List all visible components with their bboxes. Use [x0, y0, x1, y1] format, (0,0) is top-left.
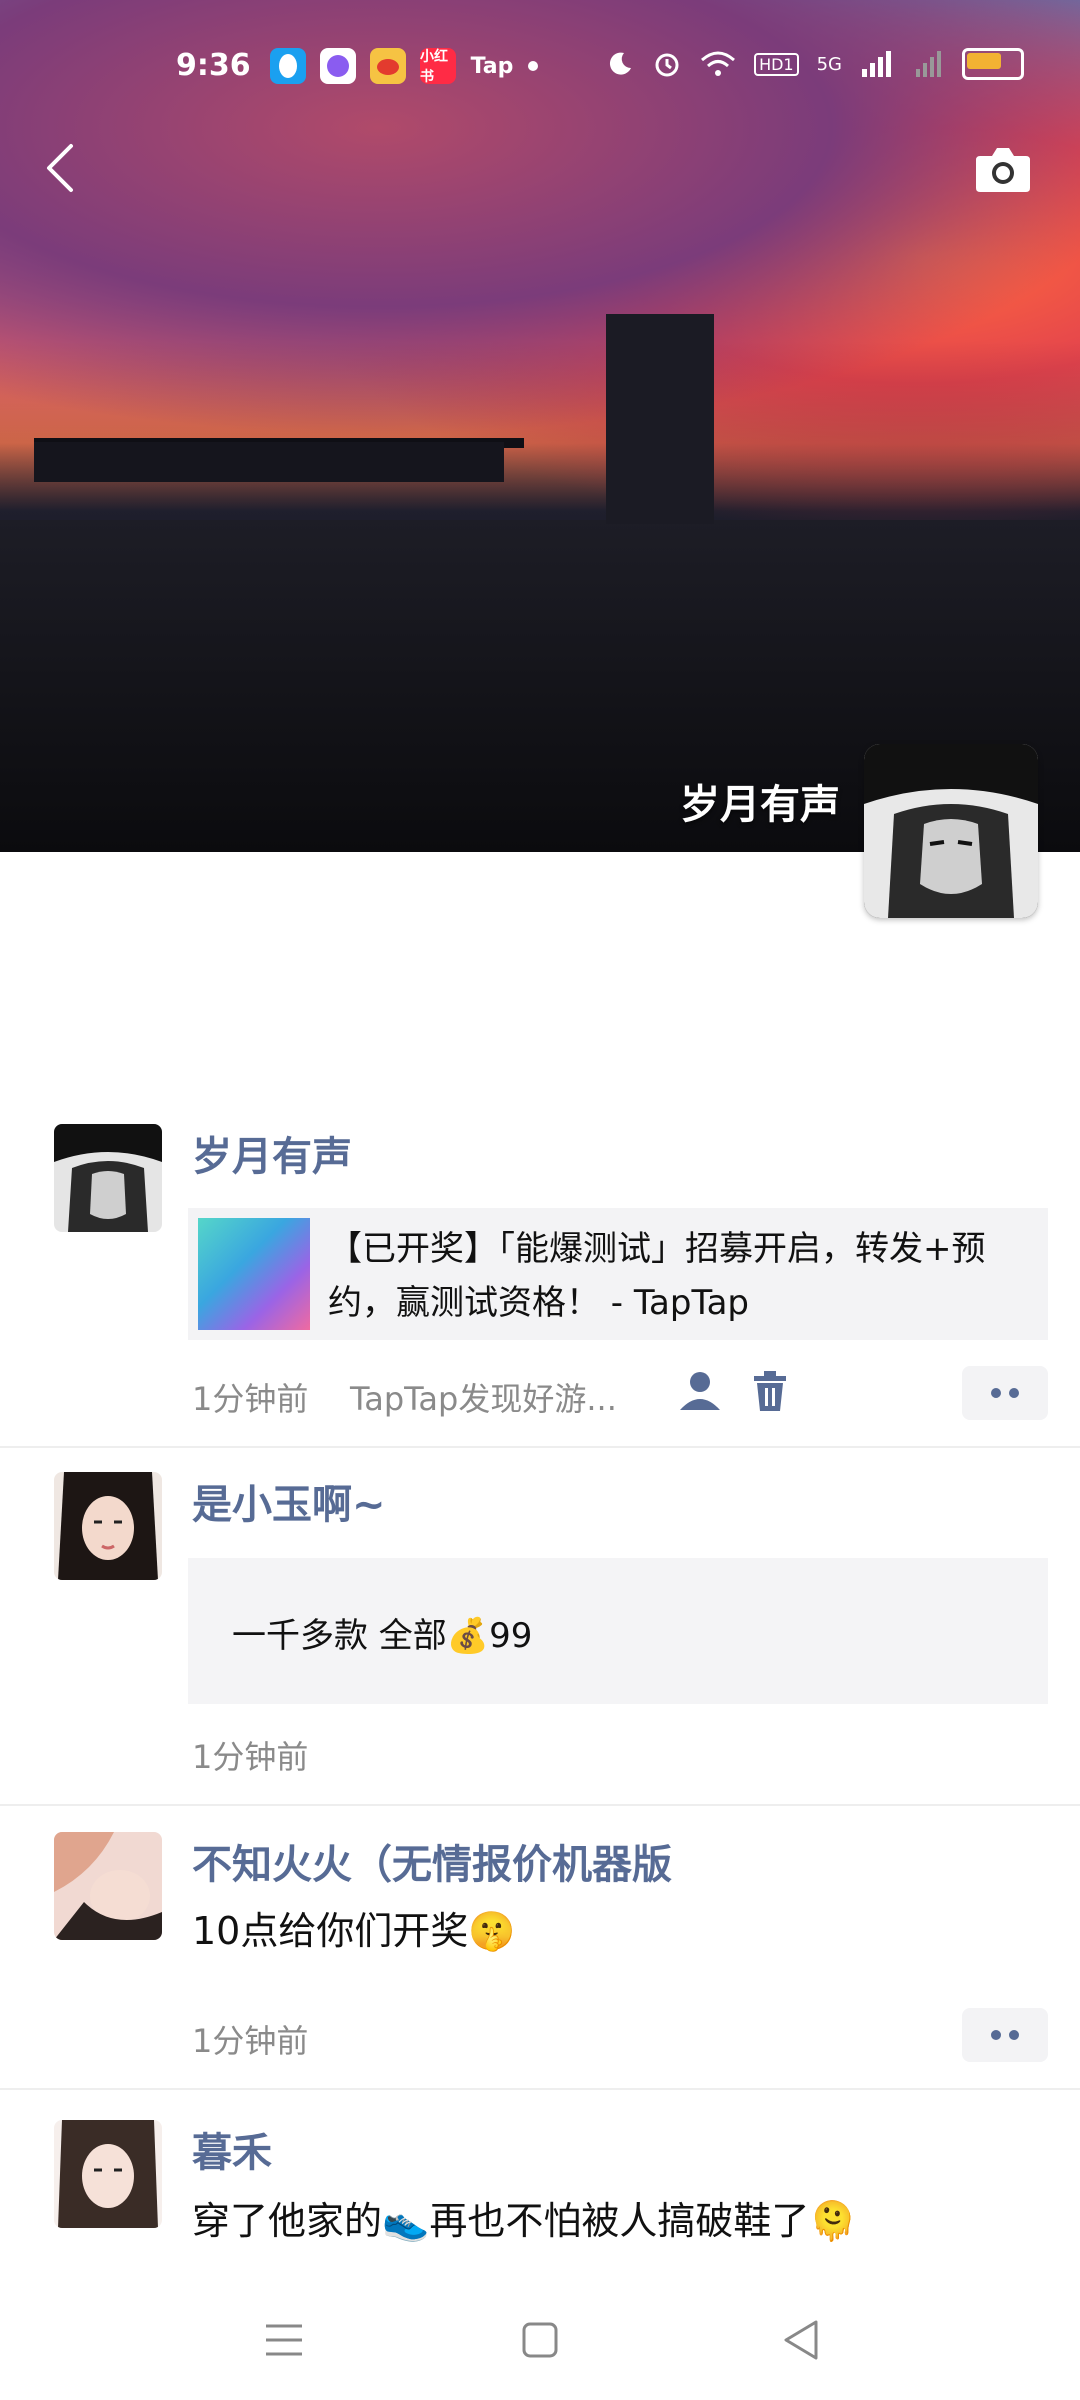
avatar-image — [54, 2120, 162, 2228]
profile-cover[interactable] — [0, 0, 1080, 852]
cover-tower — [606, 314, 714, 524]
avatar-image — [54, 1124, 162, 1232]
more-options-button[interactable] — [962, 1366, 1048, 1420]
post-source[interactable]: TapTap发现好游... — [350, 1374, 617, 1420]
status-bar: 9:36 小红书 Tap HD1 5G — [0, 40, 1080, 100]
avatar-image — [54, 1832, 162, 1940]
more-dot-icon — [1009, 2030, 1019, 2040]
more-dot-icon — [991, 2030, 1001, 2040]
delete-trash-icon[interactable] — [752, 1370, 788, 1412]
camera-icon — [976, 148, 1030, 192]
post-author-name[interactable]: 是小玉啊~ — [192, 1472, 386, 1530]
cover-stand — [34, 442, 504, 482]
chevron-left-icon — [47, 144, 73, 192]
shared-link-card[interactable]: 【已开奖】「能爆测试」招募开启，转发+预约，赢测试资格！ - TapTap — [188, 1208, 1048, 1340]
post-author-name[interactable]: 不知火火（无情报价机器版 — [192, 1832, 672, 1890]
shared-link-thumbnail — [198, 1218, 310, 1330]
more-dot-icon — [1009, 1388, 1019, 1398]
network-type: 5G — [816, 53, 842, 75]
quoted-text: 一千多款 全部💰99 — [232, 1616, 533, 1656]
alarm-icon — [655, 53, 679, 77]
battery-icon — [962, 48, 1024, 80]
feed-post: 是小玉啊~ 一千多款 全部💰99 1分钟前 — [0, 1446, 1080, 1806]
signal-icon — [862, 51, 891, 77]
post-text: 10点给你们开奖🤫 — [192, 1909, 516, 1953]
status-system-icons: HD1 5G — [606, 48, 1024, 80]
avatar[interactable] — [54, 1124, 162, 1232]
post-author-name[interactable]: 暮禾 — [192, 2120, 272, 2178]
back-button[interactable] — [30, 138, 90, 198]
feed-post: 不知火火（无情报价机器版 10点给你们开奖🤫 1分钟前 — [0, 1804, 1080, 2090]
wifi-icon — [701, 51, 736, 76]
weibo-icon — [370, 48, 406, 84]
profile-avatar-image — [864, 744, 1038, 918]
avatar[interactable] — [54, 1472, 162, 1580]
avatar[interactable] — [54, 2120, 162, 2228]
more-options-button[interactable] — [962, 2008, 1048, 2062]
post-time: 1分钟前 — [192, 1738, 309, 1776]
feed-post: 岁月有声 【已开奖】「能爆测试」招募开启，转发+预约，赢测试资格！ - TapT… — [0, 1100, 1080, 1448]
soul-icon — [320, 48, 356, 84]
post-author-name[interactable]: 岁月有声 — [192, 1124, 352, 1182]
profile-name[interactable]: 岁月有声 — [680, 772, 840, 830]
shared-link-title: 【已开奖】「能爆测试」招募开启，转发+预约，赢测试资格！ - TapTap — [328, 1229, 986, 1323]
more-dot-icon — [991, 1388, 1001, 1398]
status-app-icons: 小红书 Tap — [270, 48, 538, 85]
status-time: 9:36 — [176, 48, 251, 83]
post-time: 1分钟前 — [192, 2022, 309, 2060]
hd-badge: HD1 — [754, 52, 799, 76]
avatar[interactable] — [54, 1832, 162, 1940]
post-text: 穿了他家的👟再也不怕被人搞破鞋了🫠 — [192, 2199, 857, 2243]
avatar-image — [54, 1472, 162, 1580]
system-nav-bar — [0, 2280, 1080, 2400]
back-triangle-icon[interactable] — [772, 2310, 832, 2370]
visibility-person-icon[interactable] — [678, 1370, 722, 1412]
do-not-disturb-moon-icon — [609, 52, 632, 75]
menu-icon[interactable] — [254, 2310, 314, 2370]
taptap-icon: Tap — [470, 53, 514, 79]
profile-avatar[interactable] — [864, 744, 1038, 918]
camera-button[interactable] — [974, 144, 1032, 194]
home-square-icon[interactable] — [510, 2310, 570, 2370]
notification-dot-icon — [528, 61, 538, 71]
qq-icon — [270, 48, 306, 84]
quoted-content[interactable]: 一千多款 全部💰99 — [188, 1558, 1048, 1704]
post-time: 1分钟前 — [192, 1380, 309, 1418]
xiaohongshu-icon: 小红书 — [420, 48, 456, 85]
feed-post: 暮禾 穿了他家的👟再也不怕被人搞破鞋了🫠 — [0, 2088, 1080, 2280]
signal-2-icon — [916, 51, 941, 77]
